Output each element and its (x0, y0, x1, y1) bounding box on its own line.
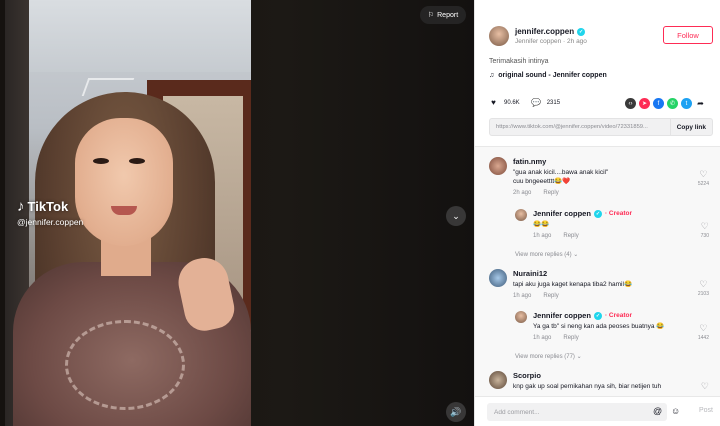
commenter-name[interactable]: Nuraini12 (513, 269, 632, 278)
comment-text: cuu bngeeetttt😂❤️ (513, 178, 571, 186)
author-subtitle: Jennifer coppen · 2h ago (515, 38, 587, 45)
commenter-avatar[interactable] (489, 269, 507, 287)
tiktok-logo-icon: ♪ (17, 198, 25, 215)
like-count: 2103 (697, 291, 709, 297)
sound-link[interactable]: ♫ original sound - Jennifer coppen (489, 72, 607, 79)
heart-outline-icon: ♡ (700, 221, 709, 231)
comment-time: 1h ago (533, 233, 552, 240)
reply-item: Jennifer coppen ✓ · Creator 😂😂 1h ago Re… (515, 209, 632, 239)
comment-item: fatin.nmy "gua anak kicil....bawa anak k… (489, 157, 608, 196)
flag-icon: ⚐ (427, 12, 435, 19)
watermark-brand: TikTok (27, 199, 69, 214)
author-info[interactable]: jennifer.coppen ✓ Jennifer coppen · 2h a… (489, 26, 587, 46)
engagement-stats: ♥ 90.6K 💬 2315 (489, 98, 560, 107)
creator-badge: · Creator (604, 312, 633, 319)
whatsapp-icon[interactable]: ✆ (667, 98, 678, 109)
heart-icon[interactable]: ♥ (489, 98, 498, 107)
post-caption: Terimakasih intinya (489, 58, 549, 65)
comment-time: 2h ago (513, 190, 532, 197)
reply-button[interactable]: Reply (563, 233, 578, 239)
video-background (5, 0, 251, 72)
comment-text: Ya ga tb" si neng kan ada peoses buatnya… (533, 323, 665, 330)
report-button[interactable]: ⚐ Report (420, 6, 466, 24)
comments-list[interactable]: fatin.nmy "gua anak kicil....bawa anak k… (475, 146, 720, 396)
comments-count: 2315 (546, 99, 561, 106)
music-note-icon: ♫ (489, 72, 495, 79)
commenter-name[interactable]: Jennifer coppen (533, 209, 591, 218)
video-url: https://www.tiktok.com/@jennifer.coppen/… (496, 124, 648, 130)
comment-like[interactable]: ♡ 5224 (698, 169, 709, 187)
comment-like[interactable]: ♡ 730 (701, 221, 709, 239)
video-frame[interactable]: ♪ TikTok @jennifer.coppen (5, 0, 251, 426)
creator-avatar[interactable] (515, 209, 527, 221)
send-icon[interactable]: ➤ (639, 98, 650, 109)
comment-text: tapi aku juga kaget kenapa tiba2 hamil😂 (513, 281, 633, 288)
comment-like[interactable]: ♡ (701, 381, 709, 392)
next-video-button[interactable]: ⌄ (446, 206, 466, 226)
reply-button[interactable]: Reply (563, 335, 578, 341)
copy-link-box: https://www.tiktok.com/@jennifer.coppen/… (489, 118, 713, 136)
commenter-name[interactable]: Jennifer coppen (533, 311, 591, 320)
watermark-handle: @jennifer.coppen (17, 217, 84, 227)
add-comment-input[interactable]: Add comment... (487, 403, 667, 421)
creator-badge: · Creator (604, 210, 633, 217)
sound-title: original sound - Jennifer coppen (498, 72, 607, 79)
author-avatar[interactable] (489, 26, 509, 46)
comment-time: 1h ago (533, 335, 552, 342)
commenter-name[interactable]: Scorpio (513, 371, 661, 380)
commenter-avatar[interactable] (489, 157, 507, 175)
heart-outline-icon: ♡ (700, 381, 709, 391)
video-stage[interactable]: ♪ TikTok @jennifer.coppen ⚐ Report ⌄ 🔊 (0, 0, 474, 426)
comment-like[interactable]: ♡ 2103 (698, 279, 709, 297)
commenter-name[interactable]: fatin.nmy (513, 157, 608, 166)
report-label: Report (437, 11, 459, 19)
likes-count: 90.6K (504, 99, 520, 106)
creator-avatar[interactable] (515, 311, 527, 323)
volume-button[interactable]: 🔊 (446, 402, 466, 422)
twitter-icon[interactable]: t (681, 98, 692, 109)
post-button[interactable]: Post (699, 407, 713, 414)
view-more-replies[interactable]: View more replies (4) ⌄ (515, 251, 578, 258)
comment-item: Nuraini12 tapi aku juga kaget kenapa tib… (489, 269, 632, 299)
like-count: 1442 (697, 335, 709, 341)
facebook-icon[interactable]: f (653, 98, 664, 109)
follow-button[interactable]: Follow (663, 26, 713, 44)
like-count: 5224 (697, 181, 709, 187)
heart-outline-icon: ♡ (699, 169, 708, 179)
comment-like[interactable]: ♡ 1442 (698, 323, 709, 341)
comment-text: 😂😂 (533, 221, 550, 228)
verified-badge-icon: ✓ (577, 27, 586, 36)
comment-time: 1h ago (513, 293, 532, 300)
tiktok-watermark: ♪ TikTok @jennifer.coppen (17, 198, 83, 227)
emoji-icon[interactable]: ☺ (671, 406, 680, 416)
copy-link-button[interactable]: Copy link (669, 119, 712, 135)
verified-badge-icon: ✓ (593, 311, 602, 320)
commenter-avatar[interactable] (489, 371, 507, 389)
author-name[interactable]: jennifer.coppen (515, 27, 574, 36)
view-more-replies[interactable]: View more replies (77) ⌄ (515, 353, 582, 360)
share-arrow-icon[interactable]: ➦ (695, 98, 706, 109)
comment-icon[interactable]: 💬 (531, 98, 541, 107)
speaker-icon: 🔊 (450, 406, 462, 417)
heart-outline-icon: ♡ (699, 323, 708, 333)
comment-item: Scorpio knp gak up soal pernikahan nya s… (489, 371, 661, 391)
reply-button[interactable]: Reply (543, 293, 558, 299)
comment-text: "gua anak kicil....bawa anak kicil" (513, 169, 609, 176)
verified-badge-icon: ✓ (593, 209, 602, 218)
share-buttons: ‹› ➤ f ✆ t ➦ (625, 98, 706, 109)
reply-button[interactable]: Reply (543, 190, 558, 196)
chevron-down-icon: ⌄ (452, 210, 460, 221)
heart-outline-icon: ♡ (699, 279, 708, 289)
like-count: 730 (700, 233, 709, 239)
reply-item: Jennifer coppen ✓ · Creator Ya ga tb" si… (515, 311, 664, 341)
details-panel: jennifer.coppen ✓ Jennifer coppen · 2h a… (474, 0, 720, 426)
person-face (75, 118, 173, 246)
mention-icon[interactable]: @ (653, 406, 662, 416)
comment-text: knp gak up soal pernikahan nya sih, biar… (513, 383, 662, 390)
embed-icon[interactable]: ‹› (625, 98, 636, 109)
add-comment-bar: Add comment... @ ☺ Post (475, 396, 720, 426)
